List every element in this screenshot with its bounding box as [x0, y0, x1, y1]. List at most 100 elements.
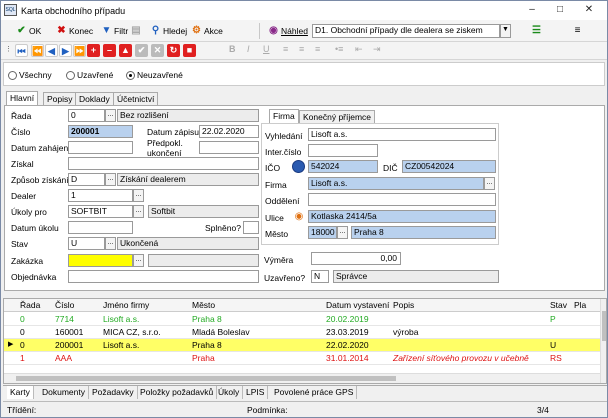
first-record-icon[interactable]: ⏮: [15, 44, 28, 57]
firma-dropdown-icon[interactable]: ...: [484, 177, 495, 190]
align-right-icon[interactable]: ≡: [315, 44, 320, 54]
tab-lpis[interactable]: LPIS: [243, 386, 269, 399]
dic-input[interactable]: CZ00542024: [402, 160, 496, 173]
horizontal-scrollbar[interactable]: [4, 373, 600, 383]
table-row[interactable]: 0 160001 MICA CZ, s.r.o. Mladá Boleslav …: [4, 326, 600, 339]
psc-dropdown-icon[interactable]: ...: [337, 226, 348, 239]
refresh-icon[interactable]: ↻: [167, 44, 180, 57]
list-view-button[interactable]: ☰: [528, 22, 545, 39]
align-left-icon[interactable]: ≡: [283, 44, 288, 54]
scrollbar-thumb[interactable]: [602, 311, 606, 341]
vertical-scrollbar[interactable]: [600, 299, 606, 383]
radio-all[interactable]: Všechny: [8, 70, 52, 81]
dealer-dropdown-icon[interactable]: ...: [133, 189, 144, 202]
tab-ukoly[interactable]: Úkoly: [215, 386, 244, 399]
vymera-input[interactable]: 0,00: [311, 252, 401, 265]
bold-icon[interactable]: B: [229, 44, 236, 54]
oddeleni-input[interactable]: [308, 193, 496, 206]
tab-dokumenty[interactable]: Dokumenty: [39, 386, 89, 399]
zpusob-dropdown-icon[interactable]: ...: [105, 173, 116, 186]
tab-povolene-prace-gps[interactable]: Povolené práce GPS: [271, 386, 358, 399]
delete-record-icon[interactable]: –: [103, 44, 116, 57]
indent-icon[interactable]: ⇥: [373, 44, 381, 55]
tab-popisy[interactable]: Popisy: [43, 92, 77, 105]
lock-icon[interactable]: ■: [183, 44, 196, 57]
tab-konecny-prijemce[interactable]: Konečný příjemce: [299, 110, 376, 123]
close-icon[interactable]: ✕: [578, 3, 600, 17]
col-stav[interactable]: Stav: [550, 299, 567, 311]
konec-button[interactable]: ✖ Konec: [53, 22, 96, 39]
ukoly-input[interactable]: SOFTBIT: [68, 205, 133, 218]
col-pla[interactable]: Pla: [574, 299, 586, 311]
globe-icon[interactable]: [292, 160, 305, 173]
table-row-selected[interactable]: ▶ 0 200001 Lisoft a.s. Praha 8 22.02.202…: [4, 339, 600, 352]
filtr-button[interactable]: ▼ Filtr: [98, 22, 131, 39]
tab-hlavni[interactable]: Hlavní: [6, 91, 39, 105]
radio-closed[interactable]: Uzavřené: [66, 70, 113, 81]
bullet-list-icon[interactable]: •≡: [335, 44, 343, 54]
chevron-down-icon[interactable]: ▼: [500, 24, 511, 38]
previous-page-icon[interactable]: ⏪: [31, 44, 44, 57]
cancel-icon[interactable]: ✕: [151, 44, 164, 57]
underline-icon[interactable]: U: [263, 44, 270, 54]
col-popis[interactable]: Popis: [393, 299, 414, 311]
radio-open[interactable]: Neuzavřené: [126, 70, 183, 81]
tab-karty[interactable]: Karty: [7, 386, 34, 399]
ziskal-input[interactable]: [68, 157, 259, 170]
edit-record-icon[interactable]: ▲: [119, 44, 132, 57]
col-rada[interactable]: Řada: [20, 299, 40, 311]
stav-input[interactable]: U: [68, 237, 105, 250]
outdent-icon[interactable]: ⇤: [355, 44, 363, 55]
maximize-icon[interactable]: □: [549, 3, 571, 17]
next-record-icon[interactable]: ▶: [59, 44, 72, 57]
clear-filter-button[interactable]: ▤: [128, 22, 144, 39]
col-datum[interactable]: Datum vystavení: [326, 299, 389, 311]
italic-icon[interactable]: I: [247, 44, 250, 54]
firma-input[interactable]: Lisoft a.s.: [308, 177, 484, 190]
cislo-input[interactable]: 200001: [68, 125, 133, 138]
previous-record-icon[interactable]: ◀: [45, 44, 58, 57]
nahled-button[interactable]: ◉ Náhled: [265, 22, 311, 39]
menu-button[interactable]: ≡: [569, 22, 586, 39]
akce-button[interactable]: ⚙ Akce: [188, 22, 226, 39]
mesto-input[interactable]: Praha 8: [351, 226, 496, 239]
add-record-icon[interactable]: +: [87, 44, 100, 57]
col-cislo[interactable]: Číslo: [55, 299, 74, 311]
zpusob-input[interactable]: D: [68, 173, 105, 186]
view-select[interactable]: D1. Obchodní případy dle dealera se zisk…: [312, 24, 500, 38]
tab-doklady[interactable]: Doklady: [75, 92, 114, 105]
zakazka-dropdown-icon[interactable]: ...: [133, 254, 144, 267]
table-row[interactable]: 1 AAA Praha 31.01.2014 Zařízení síťového…: [4, 352, 600, 365]
stav-dropdown-icon[interactable]: ...: [105, 237, 116, 250]
objednavka-input[interactable]: [68, 270, 259, 283]
psc-input[interactable]: 18000: [308, 226, 337, 239]
splneno-input[interactable]: [243, 221, 259, 234]
tab-pozadavky[interactable]: Požadavky: [89, 386, 138, 399]
align-center-icon[interactable]: ≡: [299, 44, 304, 54]
tab-polozky-pozadavku[interactable]: Položky požadavků: [137, 386, 218, 399]
datum-zahajeni-input[interactable]: [68, 141, 133, 154]
map-pin-icon[interactable]: ◉: [293, 210, 305, 223]
uzavreno-input[interactable]: N: [311, 270, 329, 283]
next-page-icon[interactable]: ⏩: [73, 44, 86, 57]
minimize-icon[interactable]: –: [521, 3, 543, 17]
rada-input[interactable]: 0: [68, 109, 105, 122]
zakazka-input[interactable]: [68, 254, 133, 267]
table-row[interactable]: 0 7714 Lisoft a.s. Praha 8 20.02.2019 P: [4, 313, 600, 326]
datum-zapisu-input[interactable]: 22.02.2020: [199, 125, 259, 138]
tab-firma[interactable]: Firma: [269, 109, 299, 123]
confirm-icon[interactable]: ✔: [135, 44, 148, 57]
ulice-input[interactable]: Kotlaska 2414/5a: [308, 210, 496, 223]
ukoly-dropdown-icon[interactable]: ...: [133, 205, 144, 218]
hscrollbar-thumb[interactable]: [16, 376, 396, 381]
col-jmeno[interactable]: Jméno firmy: [103, 299, 149, 311]
hledej-button[interactable]: ⚲ Hledej: [147, 22, 190, 39]
vyhledani-input[interactable]: Lisoft a.s.: [308, 128, 496, 141]
dealer-input[interactable]: 1: [68, 189, 133, 202]
tab-ucetnictvi[interactable]: Účetnictví: [113, 92, 159, 105]
col-mesto[interactable]: Město: [192, 299, 215, 311]
datum-ukolu-input[interactable]: [68, 221, 133, 234]
rada-dropdown-icon[interactable]: ...: [105, 109, 116, 122]
ok-button[interactable]: ✔ OK: [13, 22, 44, 39]
ico-input[interactable]: 542024: [308, 160, 378, 173]
